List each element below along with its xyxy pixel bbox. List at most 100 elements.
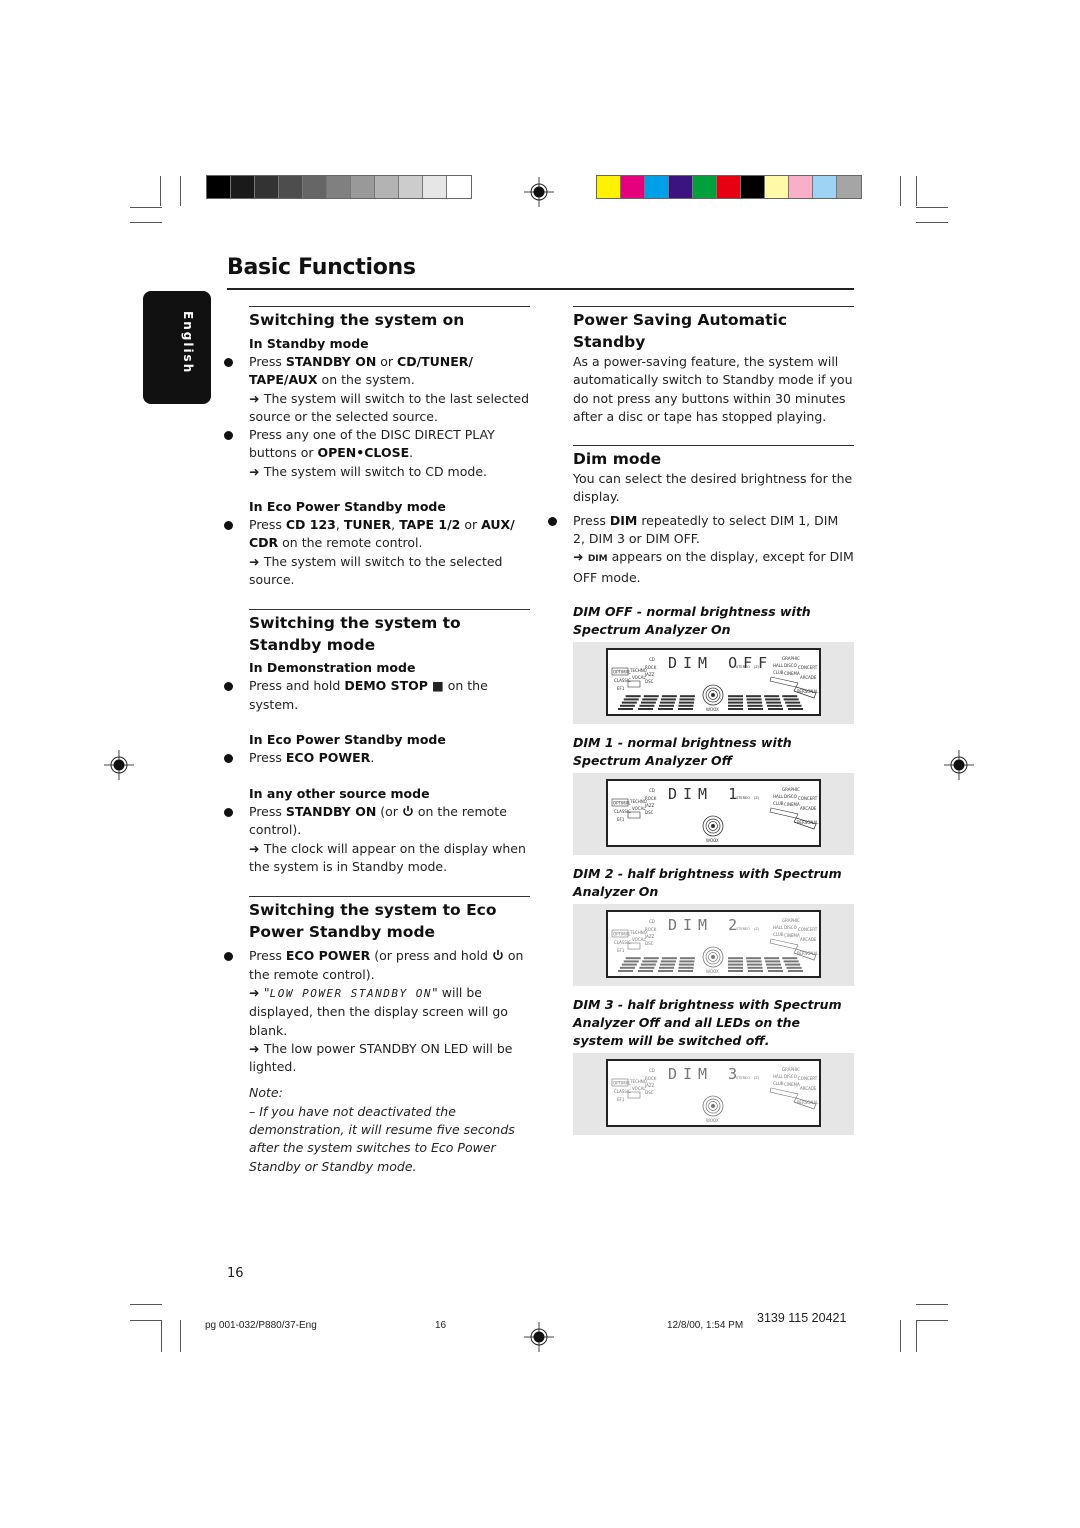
spectrum-bar: [621, 963, 637, 966]
section-divider: [573, 445, 854, 447]
spectrum-bar: [783, 698, 799, 701]
svg-text:CLASSIC: CLASSIC: [614, 809, 631, 814]
display-caption: DIM OFF - normal brightness with Spectru…: [573, 603, 811, 637]
svg-text:PERSONAL: PERSONAL: [797, 689, 819, 694]
svg-text:WOOX: WOOX: [706, 838, 719, 843]
instruction-bullet: Press STANDBY ON (or on the remote contr…: [224, 803, 530, 840]
svg-text:JAZZ: JAZZ: [644, 934, 655, 939]
title-divider: [227, 288, 854, 290]
spectrum-bar: [728, 966, 743, 969]
calibration-swatch: [717, 176, 741, 198]
section-heading: Power Saving Automatic Standby: [573, 311, 788, 351]
svg-text:DISCO: DISCO: [784, 663, 797, 668]
spectrum-bar: [661, 957, 677, 960]
arrow-icon: ➜: [249, 840, 264, 856]
result-text: ➜ The low power STANDBY ON LED will be l…: [249, 1040, 513, 1075]
lcd-message: LOW POWER STANDBY ON: [269, 986, 433, 1000]
subheading: In Eco Power Standby mode: [249, 731, 446, 747]
lcd-screen: OPTIMAL TECHNO ROCK CD CLASSIC VOCAL JAZZ EF1 DS…: [606, 1058, 821, 1127]
calibration-swatch: [423, 176, 447, 198]
svg-text:DSC: DSC: [645, 941, 654, 946]
spectrum-bar: [678, 969, 693, 972]
lcd-readout: DIM 2: [668, 915, 744, 934]
section-switching-eco: Switching the system to Eco Power Standb…: [224, 896, 530, 1176]
svg-text:EF1: EF1: [617, 948, 625, 953]
spectrum-bar: [679, 957, 695, 960]
section-heading: Switching the system to Eco Power Standb…: [249, 901, 497, 942]
section-auto-standby: Power Saving Automatic Standby As a powe…: [573, 306, 854, 426]
spectrum-bar: [640, 963, 656, 966]
svg-text:PERSONAL: PERSONAL: [797, 951, 819, 956]
spectrum-bar: [619, 704, 635, 707]
svg-text:ROCK: ROCK: [645, 665, 657, 670]
svg-text:HALL: HALL: [773, 1074, 784, 1079]
spectrum-bar: [728, 969, 743, 972]
svg-text:CLUB: CLUB: [773, 670, 784, 675]
spectrum-bar: [678, 707, 693, 710]
spectrum-bar: [638, 707, 653, 710]
svg-text:CLUB: CLUB: [773, 801, 784, 806]
spectrum-bar: [767, 704, 783, 707]
svg-text:JAZZ: JAZZ: [644, 672, 655, 677]
svg-text:(Z): (Z): [754, 927, 760, 931]
spectrum-bar: [788, 707, 803, 710]
svg-text:WOOX: WOOX: [706, 707, 719, 712]
registration-target-icon: [524, 1322, 554, 1352]
spectrum-bar: [643, 695, 659, 698]
left-column: Switching the system on In Standby mode …: [224, 306, 530, 1176]
instruction-bullet: Press DIM repeatedly to select DIM 1, DI…: [548, 512, 854, 549]
spectrum-bar: [764, 957, 780, 960]
calibration-swatch: [303, 176, 327, 198]
grayscale-calibration-bar: [206, 175, 472, 199]
arrow-icon: ➜: [249, 390, 264, 406]
result-text: ➜ The system will switch to the last sel…: [249, 390, 530, 424]
stop-icon: ■: [431, 678, 444, 694]
spectrum-bar: [623, 698, 639, 701]
svg-text:CLUB: CLUB: [773, 932, 784, 937]
svg-text:ARCADE: ARCADE: [800, 1086, 817, 1091]
spectrum-bar: [746, 960, 762, 963]
calibration-swatch: [375, 176, 399, 198]
section-heading: Switching the system on: [249, 311, 465, 329]
spectrum-bar: [678, 966, 694, 969]
svg-text:PERSONAL: PERSONAL: [797, 1100, 819, 1105]
subheading: In Demonstration mode: [249, 660, 416, 676]
svg-text:DISCO: DISCO: [784, 1074, 797, 1079]
spectrum-bar: [679, 960, 695, 963]
svg-text:ROCK: ROCK: [645, 927, 657, 932]
lcd-display-illustration: OPTIMAL TECHNO ROCK CD CLASSIC VOCAL JAZZ EF1 DS…: [573, 772, 854, 855]
svg-text:EF1: EF1: [617, 817, 625, 822]
svg-text:ROCK: ROCK: [645, 796, 657, 801]
calibration-swatch: [597, 176, 621, 198]
svg-text:ARCADE: ARCADE: [800, 675, 817, 680]
section-switching-standby: Switching the system to Standby mode In …: [224, 609, 530, 876]
spectrum-bar: [625, 957, 641, 960]
spectrum-bar: [782, 695, 798, 698]
calibration-swatch: [231, 176, 255, 198]
spectrum-bar: [783, 960, 799, 963]
instruction-bullet: Press ECO POWER.: [224, 749, 530, 767]
svg-text:GRAPHIC: GRAPHIC: [782, 656, 800, 661]
calibration-swatch: [279, 176, 303, 198]
subheading: In any other source mode: [249, 786, 430, 802]
spectrum-bar: [747, 963, 763, 966]
section-divider: [249, 306, 530, 307]
spectrum-bar: [765, 960, 781, 963]
registration-target-icon: [524, 177, 554, 207]
svg-text:(Z): (Z): [754, 1076, 760, 1080]
calibration-swatch: [765, 176, 789, 198]
svg-text:OPTIMAL: OPTIMAL: [613, 931, 631, 936]
spectrum-bar: [728, 701, 743, 704]
result-text: ➜ The clock will appear on the display w…: [249, 840, 526, 875]
svg-text:CLASSIC: CLASSIC: [614, 940, 631, 945]
svg-text:HALL: HALL: [773, 663, 784, 668]
calibration-swatch: [447, 176, 471, 198]
spectrum-bar: [679, 698, 695, 701]
spectrum-bar: [642, 698, 658, 701]
svg-text:DSC: DSC: [645, 679, 654, 684]
display-caption: DIM 1 - normal brightness with Spectrum …: [573, 734, 792, 768]
spectrum-bar: [782, 957, 798, 960]
lcd-readout: DIM OFF: [668, 653, 774, 672]
svg-text:(Z): (Z): [754, 796, 760, 800]
section-dim-mode: Dim mode You can select the desired brig…: [548, 445, 854, 1135]
